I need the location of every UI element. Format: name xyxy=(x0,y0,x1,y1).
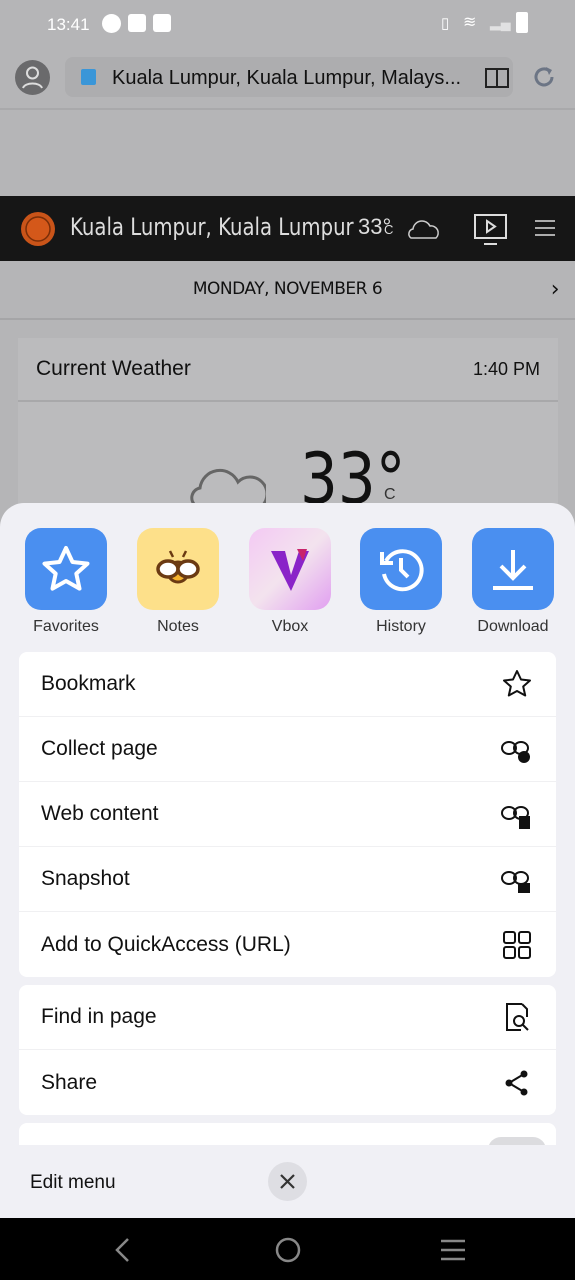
system-nav-bar xyxy=(0,1218,575,1280)
check-icon xyxy=(102,14,121,33)
status-bar: 13:41 ▯ ≋ ▂▄ xyxy=(0,0,575,48)
date-bar: MONDAY, NOVEMBER 6 › xyxy=(0,261,575,320)
reader-mode-icon[interactable] xyxy=(485,68,509,88)
download-icon xyxy=(472,528,554,610)
menu-label: Bookmark xyxy=(41,672,136,695)
sun-logo-icon[interactable] xyxy=(18,209,58,249)
address-bar: Kuala Lumpur, Kuala Lumpur, Malays... xyxy=(0,48,575,110)
card-title: Current Weather xyxy=(36,357,191,380)
vbox-icon xyxy=(249,528,331,610)
menu-label: Add to QuickAccess (URL) xyxy=(41,932,291,956)
cloud-icon xyxy=(190,468,266,508)
quick-label: Vbox xyxy=(271,618,309,635)
home-icon[interactable] xyxy=(274,1236,302,1264)
clock: 13:41 xyxy=(47,15,90,34)
quick-vbox[interactable]: Vbox xyxy=(240,528,340,636)
url-text: Kuala Lumpur, Kuala Lumpur, Malays... xyxy=(112,67,462,89)
history-icon xyxy=(360,528,442,610)
menu-item-snapshot[interactable]: Snapshot xyxy=(19,847,556,912)
chevron-right-icon[interactable]: › xyxy=(551,261,560,318)
collect-globe-icon xyxy=(501,741,530,763)
cloud-icon xyxy=(408,220,439,239)
menu-label: Collect page xyxy=(41,737,158,760)
wifi-icon: ≋ xyxy=(463,14,477,31)
menu-label: Find in page xyxy=(41,1005,157,1028)
hamburger-menu-icon[interactable] xyxy=(535,220,555,236)
quick-notes[interactable]: Notes xyxy=(128,528,228,636)
lock-icon xyxy=(81,69,96,85)
battery-icon xyxy=(516,12,528,33)
quick-label: Favorites xyxy=(33,618,99,635)
quick-favorites[interactable]: Favorites xyxy=(16,528,116,636)
collect-doc-icon xyxy=(501,806,530,829)
menu-item-bookmark[interactable]: Bookmark xyxy=(19,652,556,717)
sheet-footer: Edit menu xyxy=(0,1145,575,1218)
shop-icon xyxy=(153,14,171,32)
quick-history[interactable]: History xyxy=(351,528,451,636)
weather-site-header: Kuala Lumpur, Kuala Lumpur 33° C xyxy=(0,196,575,261)
menu-item-add-quickaccess[interactable]: Add to QuickAccess (URL) xyxy=(19,912,556,977)
quick-label: Notes xyxy=(157,618,199,635)
grid-icon xyxy=(503,930,531,959)
close-icon xyxy=(280,1174,295,1189)
collect-image-icon xyxy=(501,871,530,893)
menu-label: Web content xyxy=(41,802,159,825)
vibrate-icon: ▯ xyxy=(441,15,450,32)
recents-icon[interactable] xyxy=(439,1238,467,1262)
url-field[interactable]: Kuala Lumpur, Kuala Lumpur, Malays... xyxy=(65,57,513,97)
find-doc-icon xyxy=(506,1003,529,1031)
star-icon xyxy=(25,528,107,610)
signal-icon: ▂▄ xyxy=(490,14,511,30)
current-unit: C xyxy=(384,486,396,503)
profile-avatar[interactable] xyxy=(15,60,50,95)
quick-label: Download xyxy=(477,618,549,635)
video-icon[interactable] xyxy=(474,214,508,246)
shop-icon xyxy=(128,14,146,32)
bee-icon xyxy=(137,528,219,610)
quick-download[interactable]: Download xyxy=(463,528,563,636)
menu-group-tools: Find in page Share xyxy=(19,985,556,1115)
menu-item-collect-page[interactable]: Collect page xyxy=(19,717,556,782)
browser-menu-sheet: Favorites Notes Vbox History Download Bo… xyxy=(0,503,575,1218)
header-unit: C xyxy=(384,222,394,237)
close-button[interactable] xyxy=(268,1162,307,1201)
reload-icon[interactable] xyxy=(531,64,557,90)
menu-item-web-content[interactable]: Web content xyxy=(19,782,556,847)
menu-label: Snapshot xyxy=(41,867,130,890)
menu-item-find-in-page[interactable]: Find in page xyxy=(19,985,556,1050)
date-text: MONDAY, NOVEMBER 6 xyxy=(192,279,383,299)
share-icon xyxy=(505,1070,528,1095)
menu-label: Share xyxy=(41,1070,98,1094)
menu-group-page: Bookmark Collect page Web content Snapsh… xyxy=(19,652,556,977)
quick-label: History xyxy=(376,618,426,635)
edit-menu-button[interactable]: Edit menu xyxy=(30,1172,116,1194)
back-icon[interactable] xyxy=(110,1236,134,1264)
star-outline-icon xyxy=(503,670,531,697)
menu-item-share[interactable]: Share xyxy=(19,1050,556,1115)
site-location[interactable]: Kuala Lumpur, Kuala Lumpur xyxy=(70,213,354,241)
card-time: 1:40 PM xyxy=(472,358,540,379)
